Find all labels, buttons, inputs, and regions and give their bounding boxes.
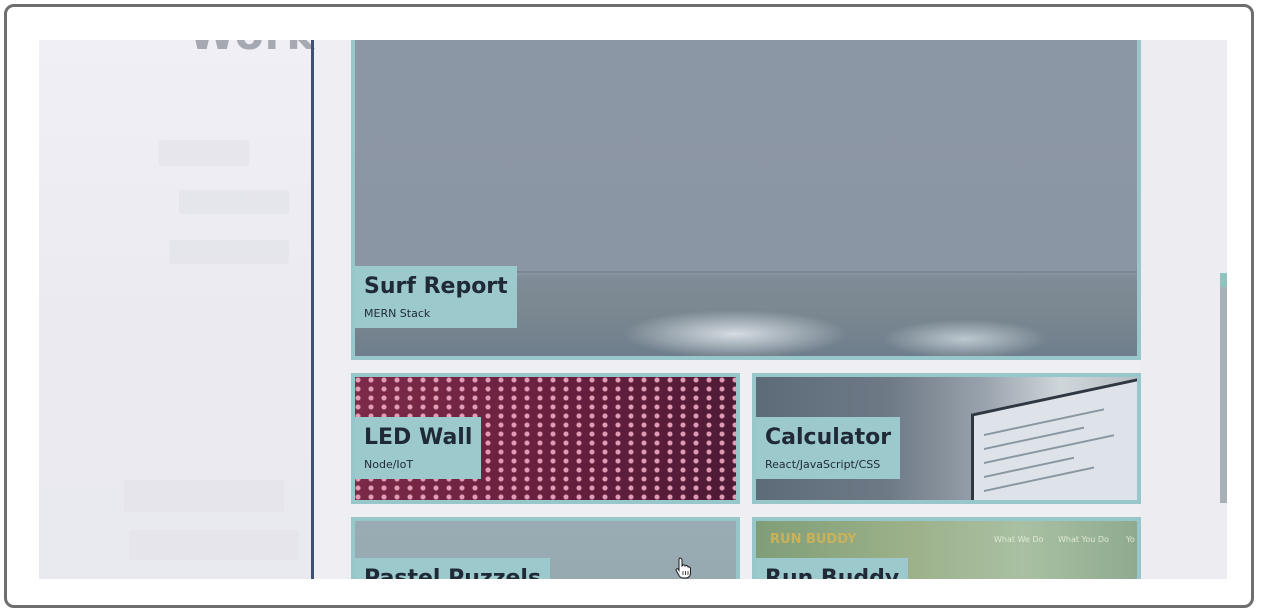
project-title: Pastel Puzzels: [364, 566, 542, 579]
project-stack: MERN Stack: [364, 307, 431, 320]
page-viewport: Work Surf Report MERN Stack LED Wall Nod…: [39, 40, 1227, 579]
window-frame: Work Surf Report MERN Stack LED Wall Nod…: [4, 4, 1254, 608]
hand-pointer-icon: [675, 557, 691, 579]
run-buddy-nav-item: Yo: [1126, 535, 1135, 544]
project-stack: React/JavaScript/CSS: [765, 458, 881, 471]
run-buddy-nav-item: What You Do: [1058, 535, 1109, 544]
project-stack: Node/IoT: [364, 458, 414, 471]
section-heading: Work: [189, 40, 315, 59]
project-label: LED Wall Node/IoT: [355, 417, 482, 479]
project-title: Surf Report: [364, 274, 508, 299]
project-label: Calculator React/JavaScript/CSS: [756, 417, 901, 479]
project-title: Run Buddy: [765, 566, 900, 579]
faded-text-block: [124, 480, 284, 512]
faded-text-block: [159, 140, 249, 166]
right-margin: [1140, 40, 1227, 579]
run-buddy-nav-item: What We Do: [994, 535, 1044, 544]
project-card-calculator[interactable]: Calculator React/JavaScript/CSS: [752, 373, 1141, 504]
faded-text-block: [169, 240, 289, 264]
left-column: Work: [39, 40, 314, 579]
scrollbar[interactable]: [1220, 273, 1227, 503]
project-card-led-wall[interactable]: LED Wall Node/IoT: [351, 373, 740, 504]
project-label: Pastel Puzzels: [355, 558, 551, 579]
faded-text-block: [179, 190, 289, 214]
project-label: Run Buddy: [756, 558, 909, 579]
project-card-surf-report[interactable]: Surf Report MERN Stack: [351, 40, 1141, 360]
run-buddy-logo: RUN BUDDY: [770, 532, 857, 547]
vertical-divider: [311, 40, 314, 579]
project-card-run-buddy[interactable]: RUN BUDDY What We Do What You Do Yo Run …: [752, 517, 1141, 579]
project-title: Calculator: [765, 425, 892, 450]
project-title: LED Wall: [364, 425, 473, 450]
project-label: Surf Report MERN Stack: [355, 266, 517, 328]
faded-text-block: [129, 530, 299, 560]
